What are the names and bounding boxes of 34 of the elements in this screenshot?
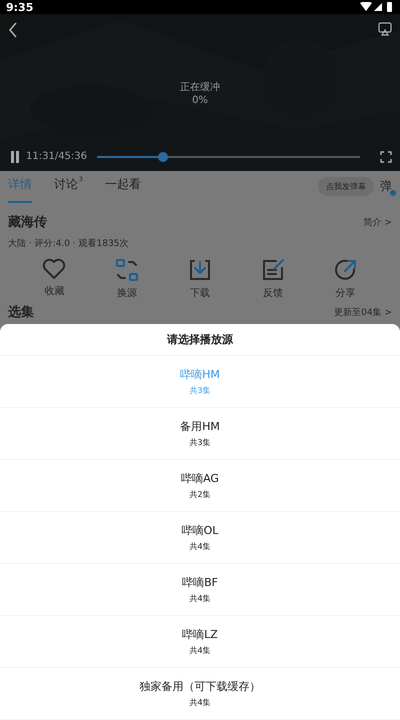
feedback-icon (260, 258, 285, 282)
back-icon[interactable] (8, 22, 18, 38)
tab[interactable]: 一起看 (104, 176, 141, 203)
intro-link[interactable]: 简介 > (364, 216, 392, 228)
tv-cast-icon[interactable] (378, 22, 392, 36)
playback-time: 11:31/45:36 (26, 151, 88, 162)
source-item[interactable]: 哔嘀OL 共4集 (0, 512, 400, 564)
source-item[interactable]: 独家备用（可下载缓存） 共4集 (0, 668, 400, 720)
episodes-title: 选集 (8, 304, 34, 321)
action-label[interactable]: 下载 (190, 286, 210, 300)
download-icon (188, 258, 212, 282)
source-item[interactable]: 哔嘀HM 共3集 (0, 356, 400, 408)
status-icons (360, 2, 394, 12)
action-label[interactable]: 反馈 (262, 286, 283, 300)
danmaku-button[interactable]: 点我发弹幕 (318, 177, 374, 196)
source-item[interactable]: 备用HM 共3集 (0, 408, 400, 460)
pause-icon[interactable] (10, 150, 20, 163)
heart-icon (42, 258, 66, 280)
source-item[interactable]: 哔嘀LZ 共4集 (0, 616, 400, 668)
show-title: 藏海传 (8, 214, 47, 231)
swap-icon (115, 258, 140, 282)
sheet-title: 请选择播放源 (0, 324, 400, 356)
action-label[interactable]: 收藏 (44, 284, 64, 298)
action-label[interactable]: 换源 (117, 286, 138, 300)
show-meta: 大陆 · 评分:4.0 · 观看1835次 (8, 238, 128, 250)
buffering-text: 正在缓冲 (180, 81, 220, 94)
source-item[interactable]: 哔嘀BF 共4集 (0, 564, 400, 616)
fullscreen-icon[interactable] (380, 150, 392, 163)
source-item[interactable]: 哔嘀AG 共2集 (0, 460, 400, 512)
episodes-update[interactable]: 更新至04集 > (334, 306, 392, 318)
buffering-percent: 0% (192, 94, 208, 108)
share-icon (334, 258, 358, 282)
status-time: 9:35 (6, 0, 34, 14)
action-label[interactable]: 分享 (336, 286, 356, 300)
